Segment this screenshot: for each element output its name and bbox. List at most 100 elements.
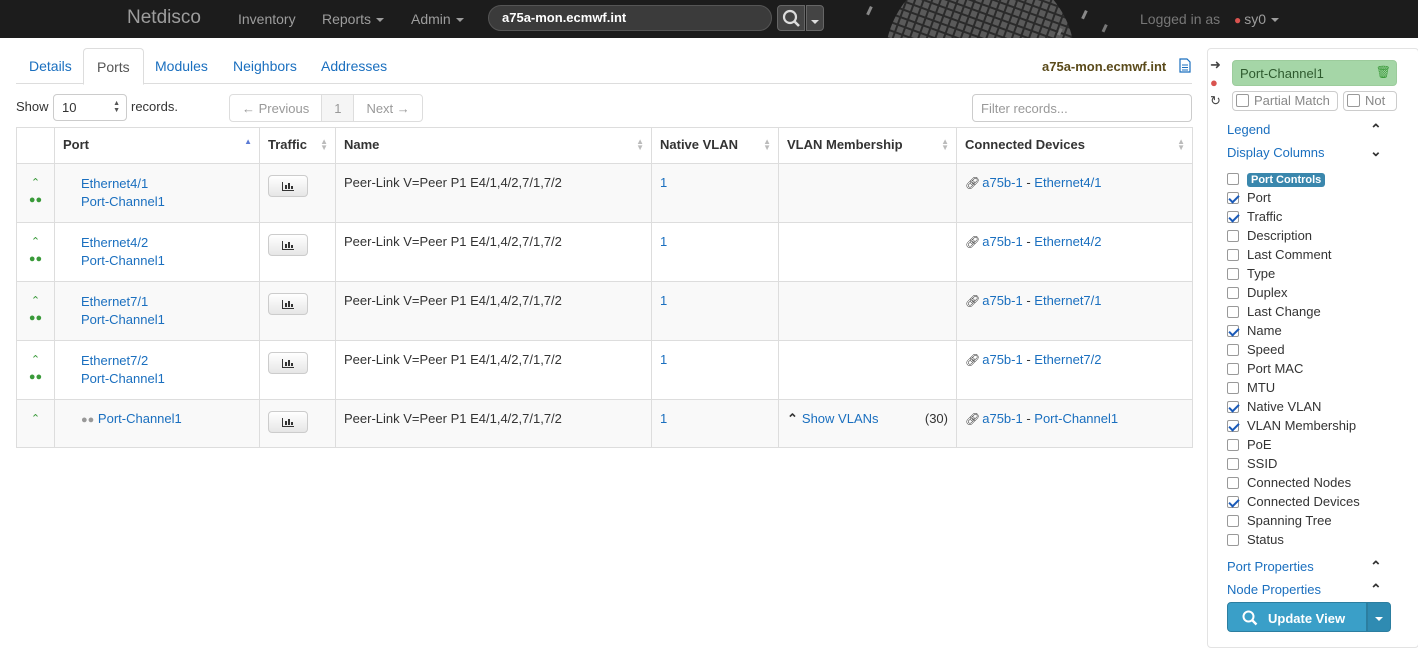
tab-ports[interactable]: Ports <box>83 48 144 85</box>
checkbox[interactable] <box>1227 306 1239 318</box>
legend-link[interactable]: Legend <box>1227 122 1270 137</box>
chevron-up-icon[interactable]: ⌃ <box>1370 581 1382 598</box>
checkbox[interactable] <box>1227 344 1239 356</box>
checkbox[interactable] <box>1227 439 1239 451</box>
checkbox[interactable] <box>1227 249 1239 261</box>
column-option-poe[interactable]: PoE <box>1227 437 1272 456</box>
port-channel-link[interactable]: Port-Channel1 <box>81 194 165 209</box>
tab-addresses[interactable]: Addresses <box>308 48 400 84</box>
page-number[interactable]: 1 <box>321 94 355 122</box>
tab-modules[interactable]: Modules <box>142 48 221 84</box>
device-link[interactable]: a75b-1 <box>982 234 1022 249</box>
traffic-column-header[interactable]: Traffic ▲ ▼ <box>259 127 336 164</box>
native-vlan-column-header[interactable]: Native VLAN ▲ ▼ <box>651 127 779 164</box>
traffic-graph-button[interactable] <box>268 175 308 197</box>
checkbox[interactable] <box>1227 230 1239 242</box>
column-option-port[interactable]: Port <box>1227 190 1271 209</box>
port-channel-link[interactable]: Port-Channel1 <box>81 312 165 327</box>
column-option-last-change[interactable]: Last Change <box>1227 304 1321 323</box>
tab-neighbors[interactable]: Neighbors <box>220 48 310 84</box>
traffic-graph-button[interactable] <box>268 293 308 315</box>
column-option-vlan-membership[interactable]: VLAN Membership <box>1227 418 1356 437</box>
chevron-up-icon[interactable]: ⌃ <box>31 413 40 425</box>
traffic-graph-button[interactable] <box>268 411 308 433</box>
port-column-header[interactable]: Port ▲ <box>54 127 260 164</box>
checkbox[interactable] <box>1227 192 1239 204</box>
display-columns-link[interactable]: Display Columns <box>1227 145 1325 160</box>
remote-port-link[interactable]: Ethernet4/2 <box>1034 234 1101 249</box>
records-per-page-select[interactable]: 10 ▲ ▼ <box>53 94 127 121</box>
column-option-last-comment[interactable]: Last Comment <box>1227 247 1332 266</box>
next-page-button[interactable]: Next → <box>353 94 423 122</box>
tab-details[interactable]: Details <box>16 48 85 84</box>
trash-icon[interactable]: 🗑︎ <box>1376 65 1391 79</box>
search-button[interactable] <box>777 5 805 31</box>
show-vlans-link[interactable]: Show VLANs <box>802 411 879 426</box>
checkbox[interactable] <box>1227 401 1239 413</box>
column-option-description[interactable]: Description <box>1227 228 1312 247</box>
traffic-graph-button[interactable] <box>268 234 308 256</box>
chevron-up-icon[interactable]: ⌃ <box>1370 121 1382 138</box>
search-options-button[interactable] <box>806 5 824 31</box>
column-option-connected-nodes[interactable]: Connected Nodes <box>1227 475 1351 494</box>
column-option-name[interactable]: Name <box>1227 323 1282 342</box>
port-properties-link[interactable]: Port Properties <box>1227 559 1314 574</box>
device-link[interactable]: a75b-1 <box>982 352 1022 367</box>
device-link[interactable]: a75b-1 <box>982 293 1022 308</box>
brand-logo[interactable]: Netdisco <box>127 7 201 29</box>
column-option-ssid[interactable]: SSID <box>1227 456 1277 475</box>
checkbox[interactable] <box>1227 325 1239 337</box>
chevron-up-icon[interactable]: ⌃ <box>31 354 40 366</box>
checkbox[interactable] <box>1227 515 1239 527</box>
previous-page-button[interactable]: ← Previous <box>229 94 323 122</box>
port-channel-link[interactable]: Port-Channel1 <box>81 253 165 268</box>
connected-devices-column-header[interactable]: Connected Devices ▲ ▼ <box>956 127 1193 164</box>
column-option-port-mac[interactable]: Port MAC <box>1227 361 1303 380</box>
checkbox[interactable] <box>1227 420 1239 432</box>
column-option-type[interactable]: Type <box>1227 266 1275 285</box>
checkbox[interactable] <box>1227 287 1239 299</box>
partial-match-toggle[interactable]: Partial Match <box>1232 91 1338 111</box>
native-vlan-link[interactable]: 1 <box>660 234 667 249</box>
remote-port-link[interactable]: Port-Channel1 <box>1034 411 1118 426</box>
chevron-up-icon[interactable]: ⌃ <box>31 295 40 307</box>
chevron-up-icon[interactable]: ⌃ <box>31 177 40 189</box>
update-view-button[interactable]: Update View <box>1227 602 1367 632</box>
user-menu[interactable]: ● sy0 <box>1234 11 1280 27</box>
sign-in-icon[interactable]: ➜ <box>1210 57 1226 75</box>
checkbox[interactable] <box>1347 94 1360 107</box>
checkbox[interactable] <box>1227 534 1239 546</box>
update-options-button[interactable] <box>1367 602 1391 632</box>
checkbox[interactable] <box>1227 477 1239 489</box>
device-link[interactable]: a75b-1 <box>982 411 1022 426</box>
port-link[interactable]: Port-Channel1 <box>98 411 182 426</box>
remote-port-link[interactable]: Ethernet4/1 <box>1034 175 1101 190</box>
device-link[interactable]: a75b-1 <box>982 175 1022 190</box>
traffic-graph-button[interactable] <box>268 352 308 374</box>
checkbox[interactable] <box>1227 458 1239 470</box>
native-vlan-link[interactable]: 1 <box>660 175 667 190</box>
port-link[interactable]: Ethernet4/1 <box>81 176 148 191</box>
filter-records-input[interactable]: Filter records... <box>972 94 1192 122</box>
remote-port-link[interactable]: Ethernet7/1 <box>1034 293 1101 308</box>
native-vlan-link[interactable]: 1 <box>660 293 667 308</box>
chevron-up-icon[interactable]: ⌃ <box>1370 558 1382 575</box>
nav-reports[interactable]: Reports <box>322 11 385 27</box>
native-vlan-link[interactable]: 1 <box>660 352 667 367</box>
column-option-spanning-tree[interactable]: Spanning Tree <box>1227 513 1332 532</box>
checkbox[interactable] <box>1227 268 1239 280</box>
port-link[interactable]: Ethernet7/2 <box>81 353 148 368</box>
column-option-mtu[interactable]: MTU <box>1227 380 1275 399</box>
node-properties-link[interactable]: Node Properties <box>1227 582 1321 597</box>
column-option-native-vlan[interactable]: Native VLAN <box>1227 399 1321 418</box>
column-option-traffic[interactable]: Traffic <box>1227 209 1282 228</box>
reset-icon[interactable]: ↻ <box>1210 93 1226 111</box>
port-link[interactable]: Ethernet7/1 <box>81 294 148 309</box>
checkbox[interactable] <box>1227 496 1239 508</box>
nav-inventory[interactable]: Inventory <box>238 11 296 27</box>
checkbox[interactable] <box>1236 94 1249 107</box>
show-vlans-toggle[interactable]: ⌃ Show VLANs <box>787 411 879 427</box>
vlan-membership-column-header[interactable]: VLAN Membership ▲ ▼ <box>778 127 957 164</box>
device-search-input[interactable]: a75a-mon.ecmwf.int <box>488 5 772 31</box>
native-vlan-link[interactable]: 1 <box>660 411 667 426</box>
